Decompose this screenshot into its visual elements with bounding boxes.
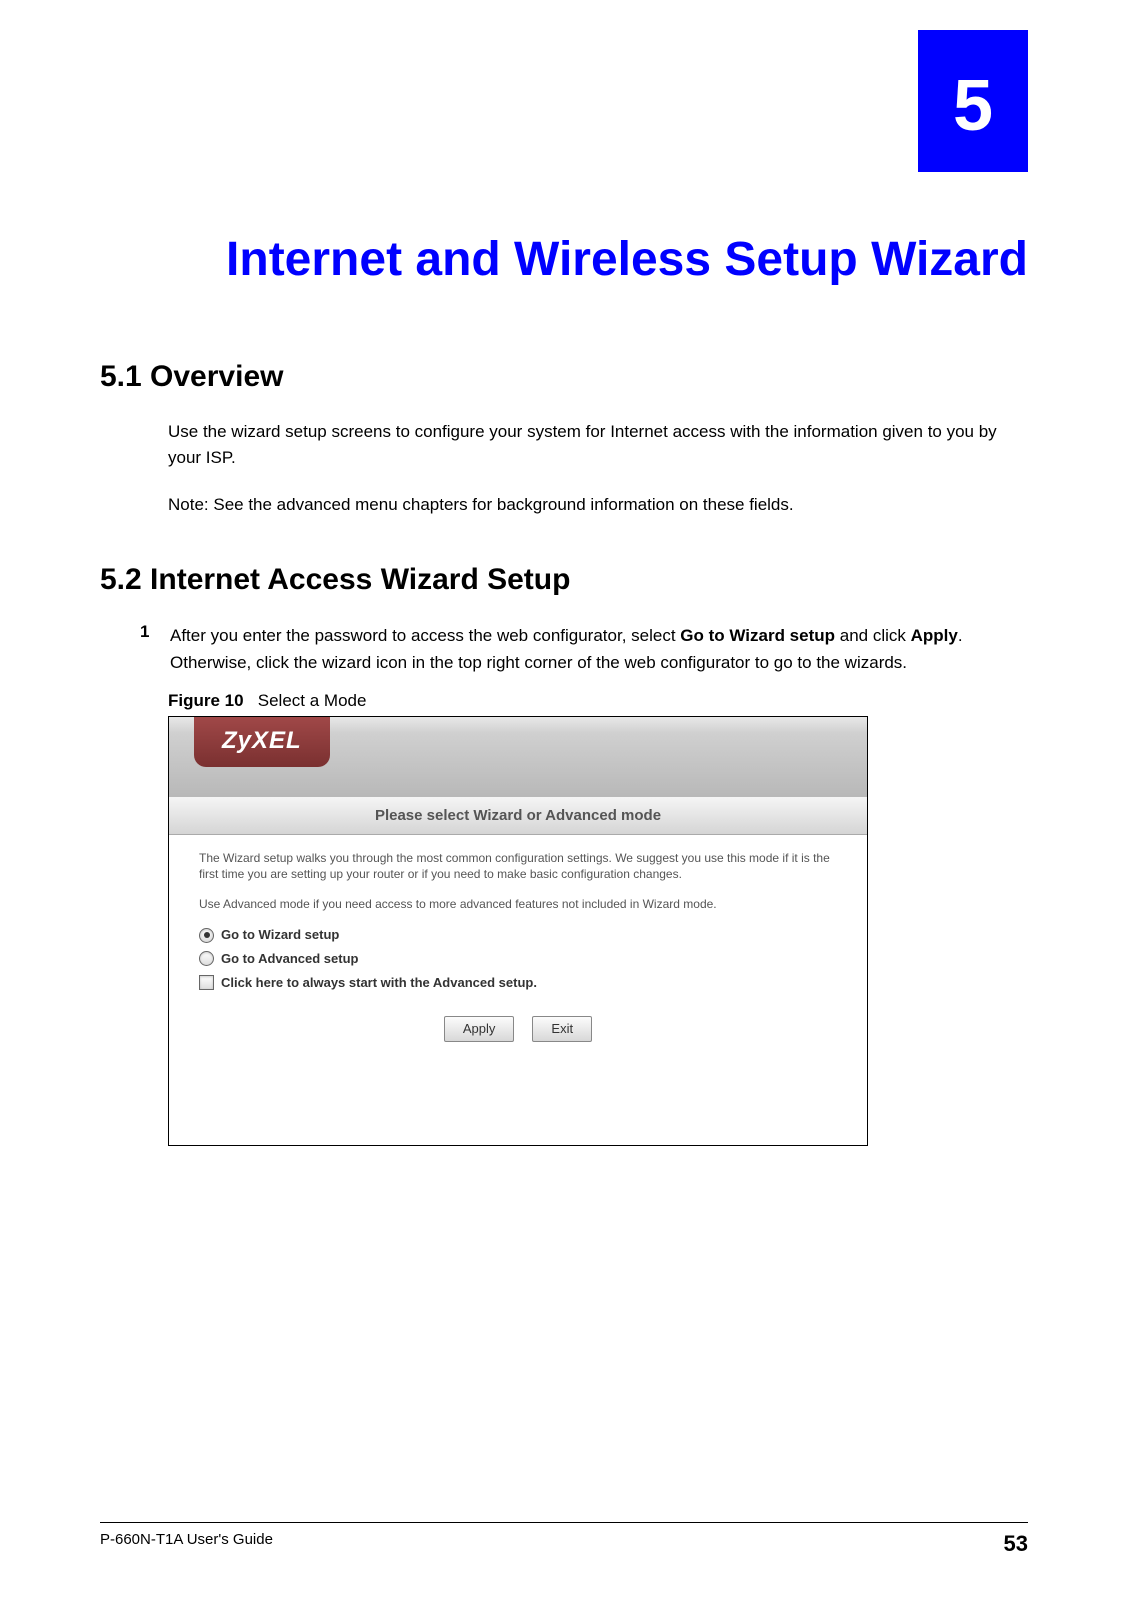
chapter-number-box: 5	[918, 30, 1028, 172]
figure-caption: Figure 10 Select a Mode	[168, 691, 1028, 711]
figure-label: Figure 10	[168, 691, 244, 710]
step1-bold1: Go to Wizard setup	[680, 626, 835, 645]
zyxel-logo: ZyXEL	[222, 727, 302, 754]
step1-part1: After you enter the password to access t…	[170, 626, 680, 645]
page-number: 53	[1004, 1531, 1028, 1557]
radio-advanced-label: Go to Advanced setup	[221, 950, 358, 968]
dialog-buttons: Apply Exit	[199, 1016, 837, 1042]
figure-screenshot: ZyXEL Please select Wizard or Advanced m…	[168, 716, 868, 1146]
radio-icon	[199, 928, 214, 943]
overview-note: Note: See the advanced menu chapters for…	[168, 492, 1028, 518]
screenshot-header: ZyXEL	[169, 717, 867, 797]
page-footer: P-660N-T1A User's Guide 53	[100, 1522, 1028, 1557]
step-number: 1	[140, 622, 155, 676]
section-heading-overview: 5.1 Overview	[100, 360, 1028, 394]
checkbox-always-advanced[interactable]: Click here to always start with the Adva…	[199, 974, 837, 992]
checkbox-label: Click here to always start with the Adva…	[221, 974, 537, 992]
apply-button[interactable]: Apply	[444, 1016, 515, 1042]
dialog-title: Please select Wizard or Advanced mode	[169, 797, 867, 835]
section-heading-access-wizard: 5.2 Internet Access Wizard Setup	[100, 563, 1028, 597]
footer-guide-name: P-660N-T1A User's Guide	[100, 1531, 273, 1557]
radio-wizard-label: Go to Wizard setup	[221, 926, 339, 944]
dialog-body: Please select Wizard or Advanced mode Th…	[169, 797, 867, 1145]
step-1: 1 After you enter the password to access…	[140, 622, 1028, 676]
radio-icon	[199, 951, 214, 966]
chapter-number: 5	[953, 70, 993, 142]
dialog-content: The Wizard setup walks you through the m…	[169, 835, 867, 1052]
logo-tab: ZyXEL	[194, 717, 330, 767]
step1-bold2: Apply	[911, 626, 958, 645]
radio-wizard-setup[interactable]: Go to Wizard setup	[199, 926, 837, 944]
overview-body: Use the wizard setup screens to configur…	[168, 419, 1028, 470]
step-text: After you enter the password to access t…	[170, 622, 1028, 676]
step1-part2: and click	[835, 626, 911, 645]
chapter-title: Internet and Wireless Setup Wizard	[100, 230, 1028, 290]
figure-caption-text: Select a Mode	[258, 691, 367, 710]
exit-button[interactable]: Exit	[532, 1016, 592, 1042]
radio-advanced-setup[interactable]: Go to Advanced setup	[199, 950, 837, 968]
checkbox-icon	[199, 975, 214, 990]
dialog-para1: The Wizard setup walks you through the m…	[199, 850, 837, 882]
dialog-para2: Use Advanced mode if you need access to …	[199, 896, 837, 912]
